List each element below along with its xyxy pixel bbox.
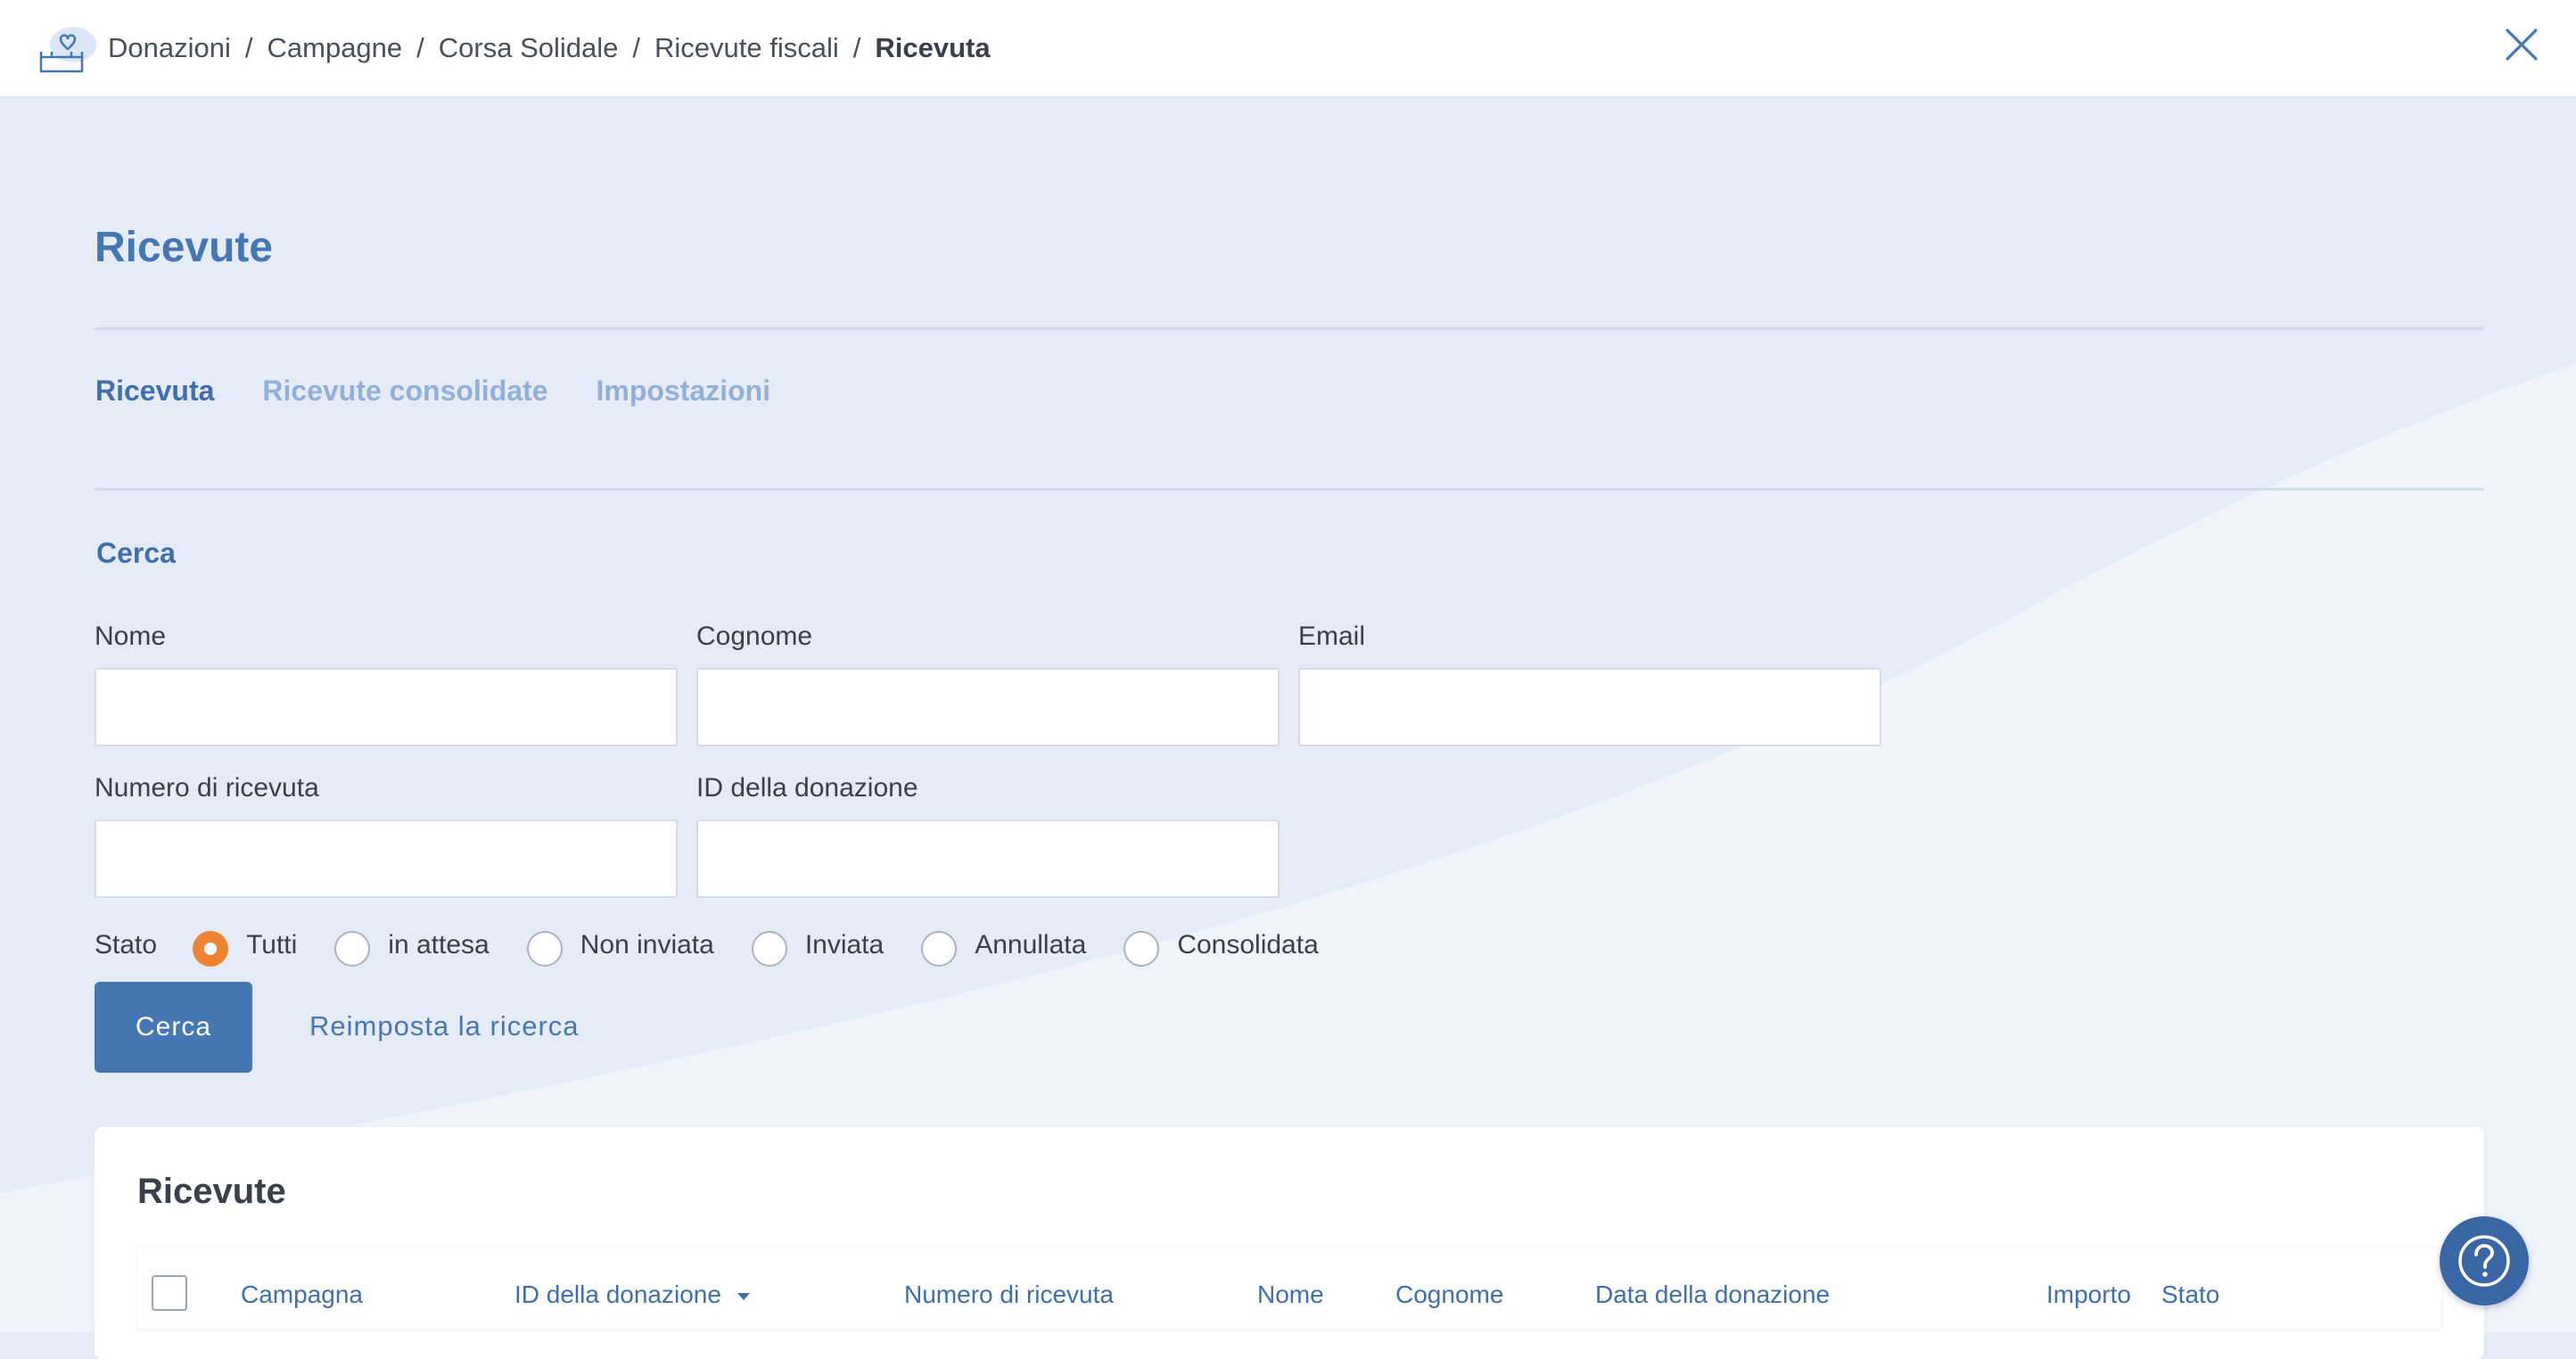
- radio-button[interactable]: [1123, 931, 1160, 967]
- id-donazione-label: ID della donazione: [696, 773, 918, 803]
- radio-label: Consolidata: [1177, 930, 1319, 960]
- breadcrumb-item-ricevute-fiscali[interactable]: Ricevute fiscali: [654, 32, 839, 64]
- select-all-checkbox[interactable]: [152, 1275, 187, 1311]
- caret-down-icon: [737, 1292, 750, 1300]
- column-header-id-donazione[interactable]: ID della donazione: [514, 1281, 752, 1309]
- column-header-data-donazione[interactable]: Data della donazione: [1595, 1281, 1830, 1309]
- page-title: Ricevute: [95, 224, 274, 271]
- table-header: Campagna ID della donazione Numero di ri…: [137, 1248, 2441, 1329]
- status-filter: Stato Tutti in attesa Non inviata Inviat…: [95, 923, 1356, 968]
- tab-impostazioni[interactable]: Impostazioni: [596, 375, 770, 408]
- radio-label: Inviata: [804, 930, 885, 960]
- email-label: Email: [1298, 622, 1366, 651]
- column-header-cognome[interactable]: Cognome: [1395, 1281, 1503, 1309]
- divider: [95, 327, 2484, 330]
- results-card: Ricevute Campagna ID della donazione Num…: [95, 1127, 2484, 1359]
- help-button[interactable]: [2440, 1216, 2529, 1305]
- column-header-campagna[interactable]: Campagna: [241, 1281, 363, 1309]
- tabs: Ricevuta Ricevute consolidate Impostazio…: [95, 375, 770, 408]
- radio-label: Annullata: [975, 930, 1087, 960]
- breadcrumb-current: Ricevuta: [875, 32, 991, 63]
- status-option-tutti[interactable]: Tutti: [193, 924, 297, 967]
- breadcrumb-separator: /: [416, 32, 424, 63]
- radio-button[interactable]: [334, 931, 371, 967]
- radio-label: Tutti: [246, 930, 298, 960]
- breadcrumb: Donazioni / Campagne / Corsa Solidale / …: [108, 30, 991, 66]
- nome-input[interactable]: [95, 668, 678, 746]
- top-bar: Donazioni / Campagne / Corsa Solidale / …: [0, 0, 2576, 96]
- status-option-non-inviata[interactable]: Non inviata: [526, 924, 714, 967]
- divider: [95, 488, 2484, 490]
- radio-button[interactable]: [193, 931, 229, 967]
- cognome-label: Cognome: [696, 622, 813, 651]
- column-header-label: ID della donazione: [514, 1281, 721, 1308]
- radio-button[interactable]: [526, 931, 563, 967]
- status-option-in-attesa[interactable]: in attesa: [334, 924, 490, 967]
- results-title: Ricevute: [137, 1172, 286, 1211]
- close-icon[interactable]: [2504, 27, 2539, 62]
- search-section-title: Cerca: [96, 537, 176, 569]
- radio-button[interactable]: [921, 931, 958, 967]
- column-header-importo[interactable]: Importo: [2046, 1281, 2131, 1309]
- column-header-numero-ricevuta[interactable]: Numero di ricevuta: [904, 1281, 1114, 1309]
- breadcrumb-separator: /: [852, 32, 861, 63]
- radio-label: Non inviata: [580, 930, 714, 960]
- breadcrumb-separator: /: [632, 32, 641, 63]
- column-header-nome[interactable]: Nome: [1257, 1281, 1324, 1309]
- radio-button[interactable]: [751, 931, 787, 967]
- nome-label: Nome: [95, 622, 167, 651]
- email-input[interactable]: [1298, 668, 1881, 746]
- id-donazione-input[interactable]: [696, 820, 1280, 898]
- numero-ricevuta-input[interactable]: [95, 820, 678, 898]
- breadcrumb-separator: /: [244, 32, 253, 63]
- numero-ricevuta-label: Numero di ricevuta: [95, 773, 319, 803]
- status-label: Stato: [95, 930, 158, 960]
- reset-search-link[interactable]: Reimposta la ricerca: [309, 1010, 580, 1042]
- breadcrumb-item-donazioni[interactable]: Donazioni: [108, 32, 231, 64]
- breadcrumb-item-corsa-solidale[interactable]: Corsa Solidale: [439, 32, 619, 64]
- cognome-input[interactable]: [696, 668, 1280, 746]
- status-option-inviata[interactable]: Inviata: [751, 924, 885, 967]
- tab-ricevute-consolidate[interactable]: Ricevute consolidate: [262, 375, 547, 408]
- column-header-stato[interactable]: Stato: [2161, 1281, 2219, 1309]
- tab-ricevuta[interactable]: Ricevuta: [95, 375, 214, 408]
- radio-label: in attesa: [388, 930, 490, 960]
- help-question-icon: [2458, 1235, 2510, 1287]
- status-option-consolidata[interactable]: Consolidata: [1123, 924, 1319, 967]
- search-button[interactable]: Cerca: [95, 982, 252, 1073]
- donation-logo-icon: [37, 25, 98, 75]
- status-option-annullata[interactable]: Annullata: [921, 924, 1086, 967]
- breadcrumb-item-campagne[interactable]: Campagne: [267, 32, 403, 64]
